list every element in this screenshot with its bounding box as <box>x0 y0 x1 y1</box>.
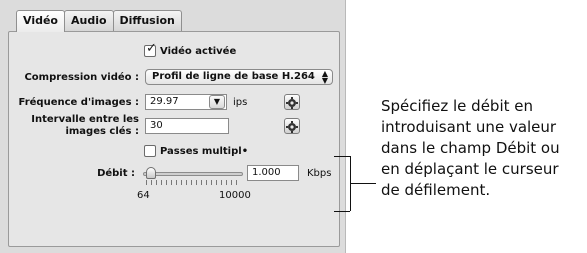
keyframe-label-line2: images clés : <box>65 126 139 137</box>
slider-tick <box>166 180 167 185</box>
frame-rate-unit: ips <box>233 97 248 108</box>
callout-line: Spécifiez le débit en <box>381 97 533 115</box>
gear-icon <box>286 97 298 109</box>
slider-tick <box>181 180 182 185</box>
slider-tick <box>146 180 147 185</box>
callout-line: dans le champ Débit ou <box>381 139 560 157</box>
slider-tick <box>231 180 232 185</box>
multipass-label: Passes multipl• <box>160 146 249 157</box>
bitrate-field[interactable]: 1.000 <box>247 165 299 181</box>
callout-line: de défilement. <box>381 181 491 199</box>
callout-line: en déplaçant le curseur <box>381 160 559 178</box>
slider-tick <box>226 180 227 185</box>
slider-tick <box>186 180 187 185</box>
bitrate-label: Débit : <box>97 168 135 179</box>
slider-tick <box>206 180 207 185</box>
compression-label: Compression vidéo : <box>24 72 139 83</box>
video-settings-panel: Vidéo Audio Diffusion ✓ Vidéo activée Co… <box>0 0 346 253</box>
video-enabled-label: Vidéo activée <box>160 46 237 57</box>
slider-tick <box>221 180 222 185</box>
gear-icon <box>286 121 298 133</box>
frame-rate-settings-button[interactable] <box>284 94 300 110</box>
slider-tick <box>191 180 192 185</box>
keyframe-settings-button[interactable] <box>284 118 300 134</box>
tab-bar: Vidéo Audio Diffusion <box>16 10 182 32</box>
slider-tick <box>201 180 202 185</box>
tab-content: ✓ Vidéo activée Compression vidéo : Prof… <box>8 31 340 247</box>
up-down-arrows-icon: ▲ ▼ <box>321 69 328 85</box>
bitrate-slider-ticks <box>146 180 240 186</box>
slider-tick <box>151 180 152 185</box>
slider-tick <box>176 180 177 185</box>
tab-diffusion[interactable]: Diffusion <box>112 10 182 31</box>
frame-rate-label: Fréquence d'images : <box>18 97 139 108</box>
bitrate-unit: Kbps <box>307 168 332 179</box>
callout-line: introduisant une valeur <box>381 118 557 136</box>
slider-tick <box>211 180 212 185</box>
keyframe-interval-field[interactable]: 30 <box>145 118 229 134</box>
tab-audio[interactable]: Audio <box>63 10 114 31</box>
slider-tick <box>216 180 217 185</box>
tab-video[interactable]: Vidéo <box>16 10 65 32</box>
bitrate-slider-track[interactable] <box>143 172 243 176</box>
bitrate-max-label: 10000 <box>219 190 251 201</box>
callout-bracket-bottom <box>334 211 350 212</box>
video-enabled-checkbox[interactable]: ✓ <box>144 41 157 57</box>
callout-pointer-line <box>350 183 376 184</box>
slider-tick <box>171 180 172 185</box>
multipass-checkbox[interactable] <box>144 145 156 157</box>
bitrate-min-label: 64 <box>137 190 150 201</box>
slider-tick <box>196 180 197 185</box>
callout-bracket-top <box>334 156 350 157</box>
bitrate-slider-knob[interactable] <box>145 167 156 179</box>
checkmark-icon: ✓ <box>146 41 157 56</box>
slider-tick <box>156 180 157 185</box>
slider-tick <box>161 180 162 185</box>
chevron-down-icon: ▼ <box>213 97 221 106</box>
compression-popup[interactable]: Profil de ligne de base H.264 ▲ ▼ <box>145 69 333 85</box>
frame-rate-dropdown-button[interactable]: ▼ <box>209 95 225 109</box>
callout-text: Spécifiez le débit en introduisant une v… <box>381 96 587 201</box>
keyframe-label-line1: Intervalle entre les <box>31 114 139 125</box>
slider-tick <box>236 180 237 185</box>
compression-value: Profil de ligne de base H.264 <box>152 71 315 82</box>
